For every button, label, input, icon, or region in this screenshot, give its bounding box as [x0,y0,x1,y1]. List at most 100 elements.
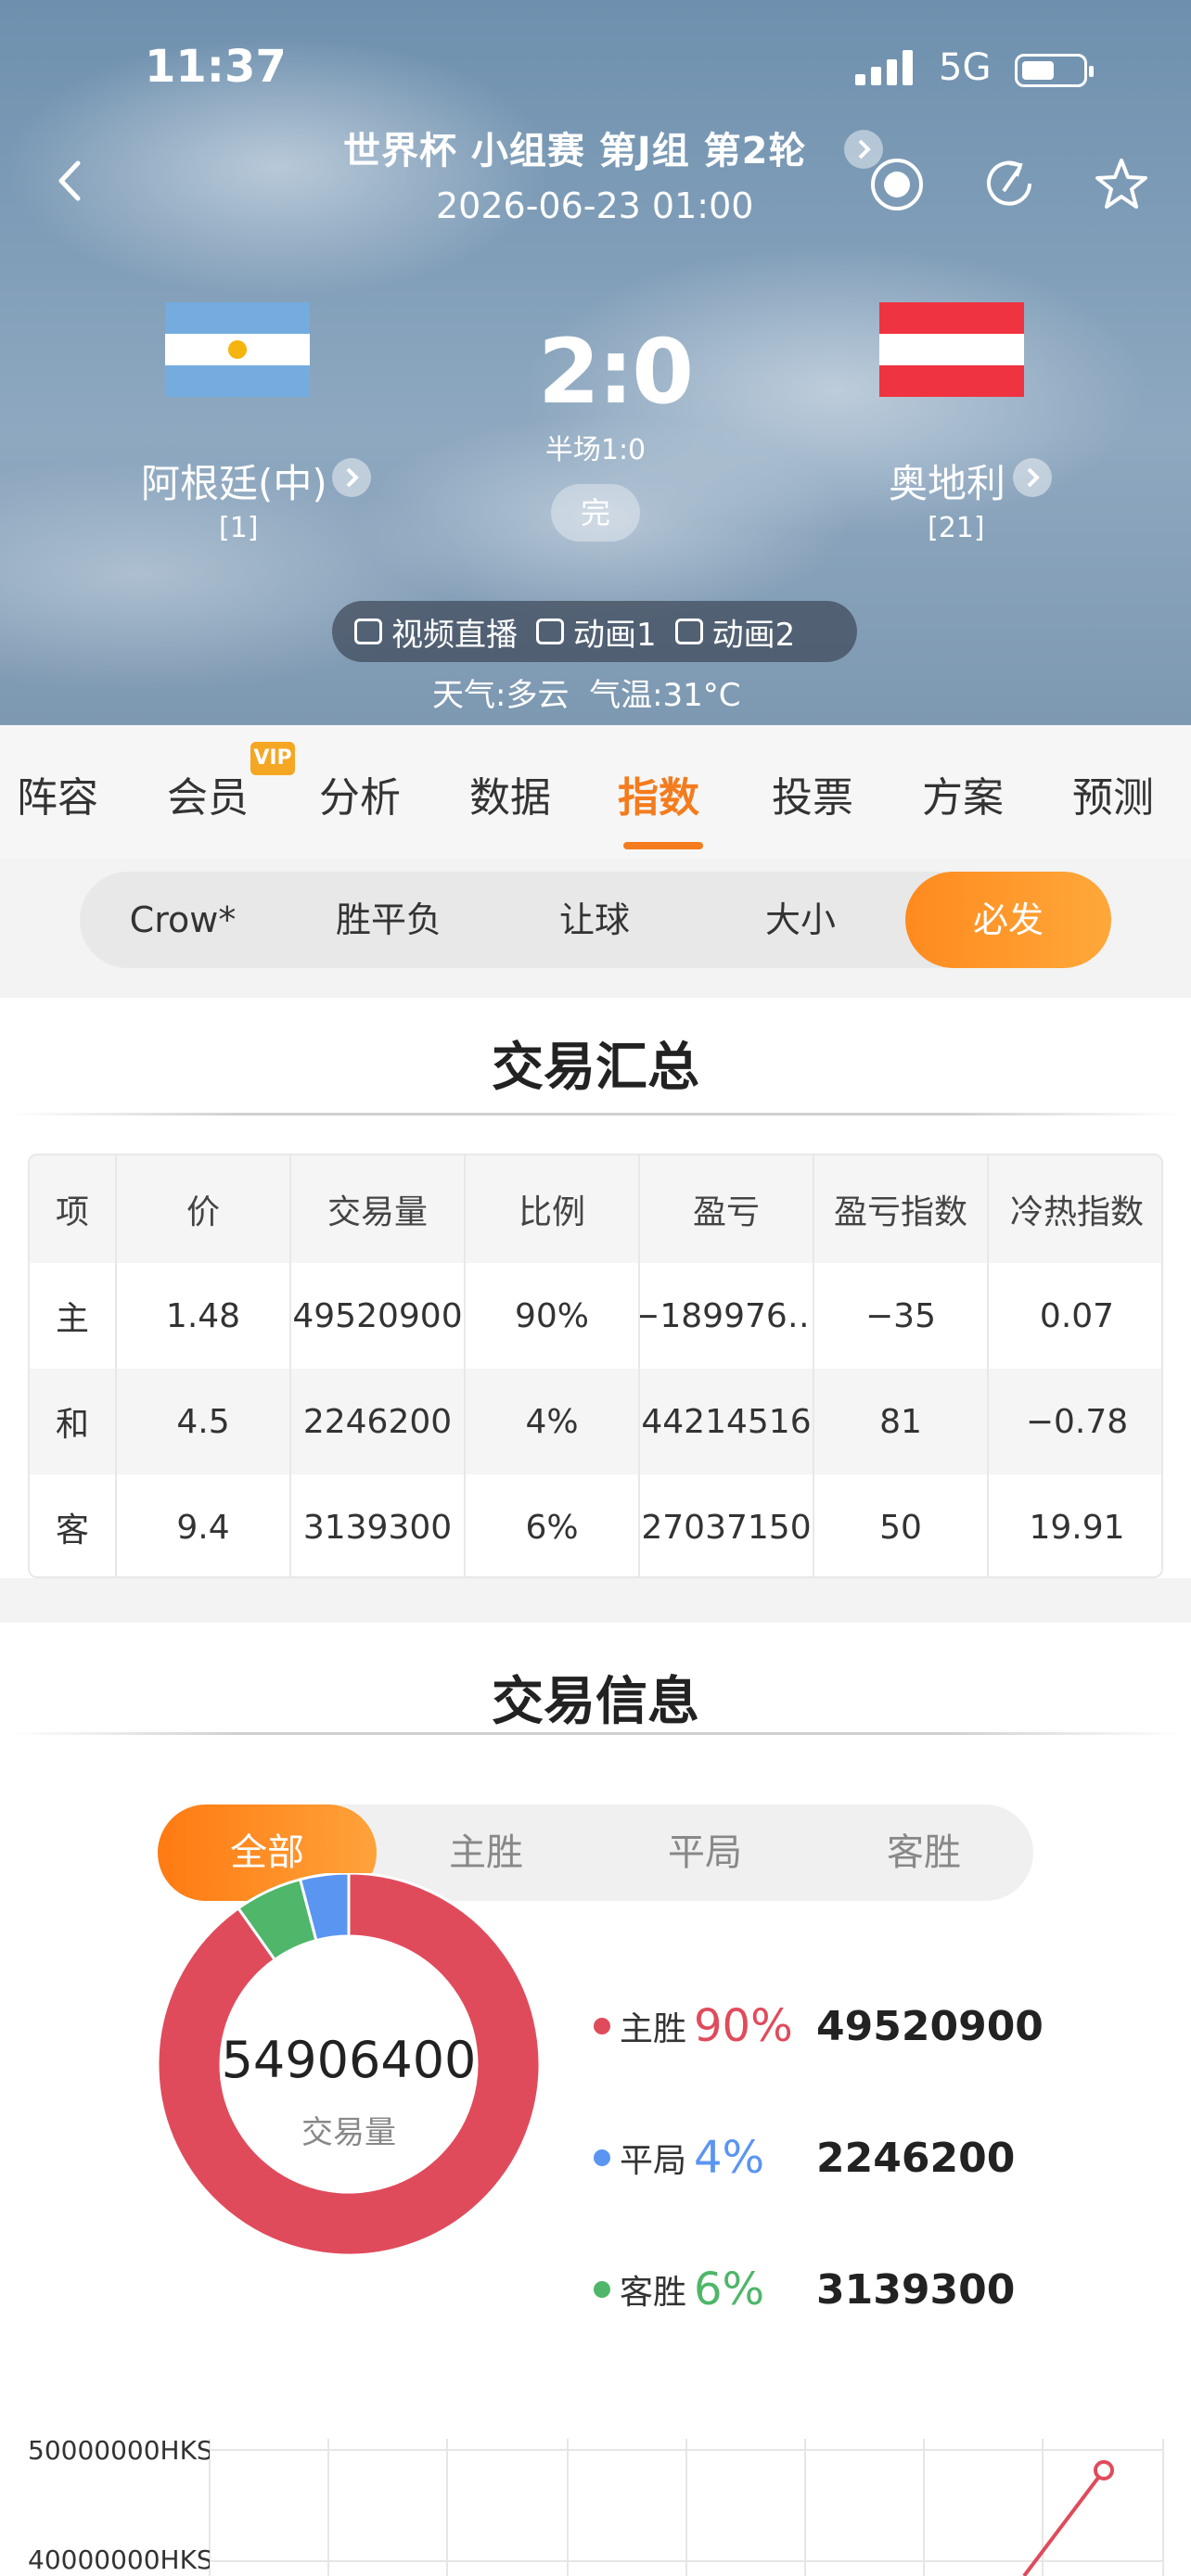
table-cell: −0.78 [1025,1402,1129,1441]
live-options-bar: 视频直播 动画1 动画2 [332,601,857,662]
table-row: 和 4.5 2246200 4% 44214516 81 −0.78 [30,1369,1161,1474]
subtab-over-under[interactable]: 大小 [698,872,903,968]
home-team-flag [165,302,310,397]
video-live-button[interactable]: 视频直播 [354,609,518,655]
subtab-1x2[interactable]: 胜平负 [286,872,492,968]
match-status-badge: 完 [551,484,640,542]
divider [9,1732,1182,1735]
animation-2-button[interactable]: 动画2 [674,609,795,655]
weather-info: 天气:多云 气温:31°C [432,677,741,714]
trade-summary-table: 项 价 交易量 比例 盈亏 盈亏指数 冷热指数 主 1.48 49520900 … [28,1154,1163,1578]
table-cell: 1.48 [117,1263,291,1369]
subtab-handicap[interactable]: 让球 [492,872,698,968]
section-title: 交易汇总 [492,1038,699,1098]
table-cell: 4.5 [117,1369,291,1474]
active-tab-indicator [623,842,703,849]
star-icon[interactable] [1093,156,1150,213]
tab-lineup[interactable]: 阵容 [17,764,98,823]
tab-vote[interactable]: 投票 [772,764,853,823]
battery-icon [1015,54,1094,87]
table-cell: 6% [466,1474,640,1576]
pitch-icon [674,618,703,644]
table-cell: 主 [30,1263,117,1369]
away-team-name[interactable]: 奥地利 [889,453,1005,509]
network-type: 5G [939,46,992,89]
legend-dot [594,2018,610,2034]
table-row: 客 9.4 3139300 6% 27037150 50 19.91 [30,1474,1161,1576]
table-cell: −35 [814,1263,989,1369]
table-cell: 客 [30,1474,117,1576]
match-score: 2:0 [538,320,694,424]
trade-info-section: 交易信息 全部 主胜 平局 客胜 54906400 交易量 主胜 90% 495… [0,1623,1191,2576]
subtab-crow[interactable]: Crow* [80,872,286,968]
table-header-cell: 冷热指数 [1009,1193,1144,1231]
divider [9,1113,1182,1116]
main-tabs: 阵容 会员 分析 数据 指数 投票 方案 预测 [0,725,1191,859]
vip-badge: VIP [250,742,295,775]
section-title: 交易信息 [492,1672,699,1732]
away-team-rank: [21] [928,512,985,544]
legend-item-draw: 平局 4% 2246200 [594,2125,1015,2190]
legend-item-home: 主胜 90% 49520900 [594,1994,1044,2059]
table-cell: 49520900 [291,1263,466,1369]
animation-1-button[interactable]: 动画1 [536,609,657,655]
tab-analysis[interactable]: 分析 [319,764,401,823]
back-icon[interactable] [52,158,89,204]
trend-line [1022,2468,1106,2576]
table-header-cell: 项 [30,1155,117,1263]
table-header-cell: 比例 [466,1155,640,1263]
legend-dot [594,2281,610,2298]
record-icon[interactable] [868,156,926,213]
table-header-row: 项 价 交易量 比例 盈亏 盈亏指数 冷热指数 [30,1155,1161,1263]
y-tick-label: 40000000HKS [28,2544,210,2575]
filter-draw[interactable]: 平局 [596,1804,814,1901]
y-tick-label: 50000000HKS [28,2435,210,2466]
table-cell: 和 [30,1369,117,1474]
legend-percent: 90% [694,2000,793,2052]
match-header: 11:37 5G 世界杯 小组赛 第J组 第2轮 2026-06-23 01:0… [0,0,1191,725]
table-header-cell: 盈亏 [640,1155,814,1263]
legend-name: 客胜 [620,2274,687,2312]
match-datetime: 2026-06-23 01:00 [436,185,754,226]
play-icon [354,618,382,644]
table-header-cell: 交易量 [291,1155,466,1263]
tab-member[interactable]: 会员 [167,764,249,823]
status-time: 11:37 [145,41,287,93]
table-cell: 4% [466,1369,640,1474]
table-cell: 44214516 [640,1369,814,1474]
table-cell: 81 [814,1369,989,1474]
filter-away-win[interactable]: 客胜 [814,1804,1033,1901]
total-volume: 54906400 [221,2031,477,2089]
legend-value: 2246200 [816,2134,1016,2182]
signal-icon [855,48,913,85]
table-cell: 19.91 [1029,1508,1125,1547]
legend-percent: 4% [694,2132,765,2184]
chevron-right-icon[interactable] [1013,458,1052,497]
table-header-cell: 盈亏指数 [814,1155,989,1263]
pitch-icon [536,618,564,644]
table-cell: 0.07 [1039,1296,1115,1335]
table-header-cell: 价 [117,1155,291,1263]
home-team-name[interactable]: 阿根廷(中) [141,453,327,509]
table-cell: 90% [466,1263,640,1369]
trend-point [1094,2460,1114,2480]
subtab-betfair[interactable]: 必发 [905,872,1111,968]
legend-dot [594,2149,610,2166]
table-cell: 27037150 [640,1474,814,1576]
home-team-rank: [1] [219,512,259,544]
table-cell: −189976… [640,1263,814,1369]
tab-predict[interactable]: 预测 [1072,764,1154,823]
away-team-flag [879,302,1024,397]
match-title[interactable]: 世界杯 小组赛 第J组 第2轮 [343,121,807,174]
table-cell: 50 [814,1474,989,1576]
tab-plan[interactable]: 方案 [922,764,1004,823]
table-cell: 2246200 [291,1369,466,1474]
tab-data[interactable]: 数据 [469,764,551,823]
halftime-score: 半场1:0 [544,434,647,466]
table-row: 主 1.48 49520900 90% −189976… −35 0.07 [30,1263,1161,1369]
table-cell: 3139300 [291,1474,466,1576]
tab-index[interactable]: 指数 [618,764,699,823]
share-icon[interactable] [981,156,1039,213]
legend-item-away: 客胜 6% 3139300 [594,2257,1015,2322]
chevron-right-icon[interactable] [332,458,371,497]
